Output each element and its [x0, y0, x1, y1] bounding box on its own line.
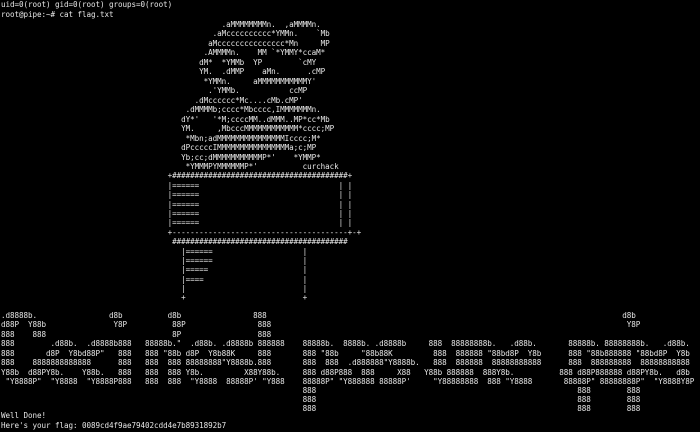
- terminal-line: |====== | |: [1, 190, 353, 199]
- terminal-window[interactable]: uid=0(root) gid=0(root) groups=0(root) r…: [0, 0, 700, 432]
- terminal-line: dPcccccIMMMMMMMMMMMMMMMMa;c;MP: [1, 143, 317, 152]
- terminal-line: d88P Y88b Y8P 88P 888 Y8P: [1, 320, 641, 329]
- terminal-line: uid=0(root) gid=0(root) groups=0(root): [1, 0, 173, 9]
- terminal-line: 888 8888888888888 888 888 888 88888888"Y…: [1, 358, 690, 367]
- terminal-line: .aMcccccccccc*YMMn. `Mb: [1, 29, 330, 38]
- terminal-line: root@pipe:~# cat flag.txt: [1, 10, 114, 19]
- terminal-line: 888 .d88b. .d8888b888 88888b." .d88b. .d…: [1, 339, 690, 348]
- terminal-line: .dMMMMb;cccc*Mbcccc,IMMMMMMMn.: [1, 105, 321, 114]
- terminal-line: YM. ,MbcccMMMMMMMMMMMM*cccc;MP: [1, 124, 335, 133]
- terminal-line: |====== | |: [1, 218, 353, 227]
- terminal-line: +#######################################…: [1, 171, 353, 180]
- terminal-line: Well Done!: [1, 411, 47, 420]
- terminal-line: .AMMMMn. MM `*YMMY*ccaM*: [1, 48, 326, 57]
- terminal-line: 888 888 888: [1, 404, 641, 413]
- terminal-line: #######################################: [1, 237, 348, 246]
- terminal-line: Here's your flag: 0089cd4f9ae79402cdd4e7…: [1, 421, 227, 430]
- terminal-line: + +: [1, 293, 308, 302]
- terminal-line: .'YMMb. ccMP: [1, 86, 308, 95]
- terminal-line: YM. .dMMP aMn. .cMP: [1, 67, 326, 76]
- terminal-line: |===== |: [1, 265, 308, 274]
